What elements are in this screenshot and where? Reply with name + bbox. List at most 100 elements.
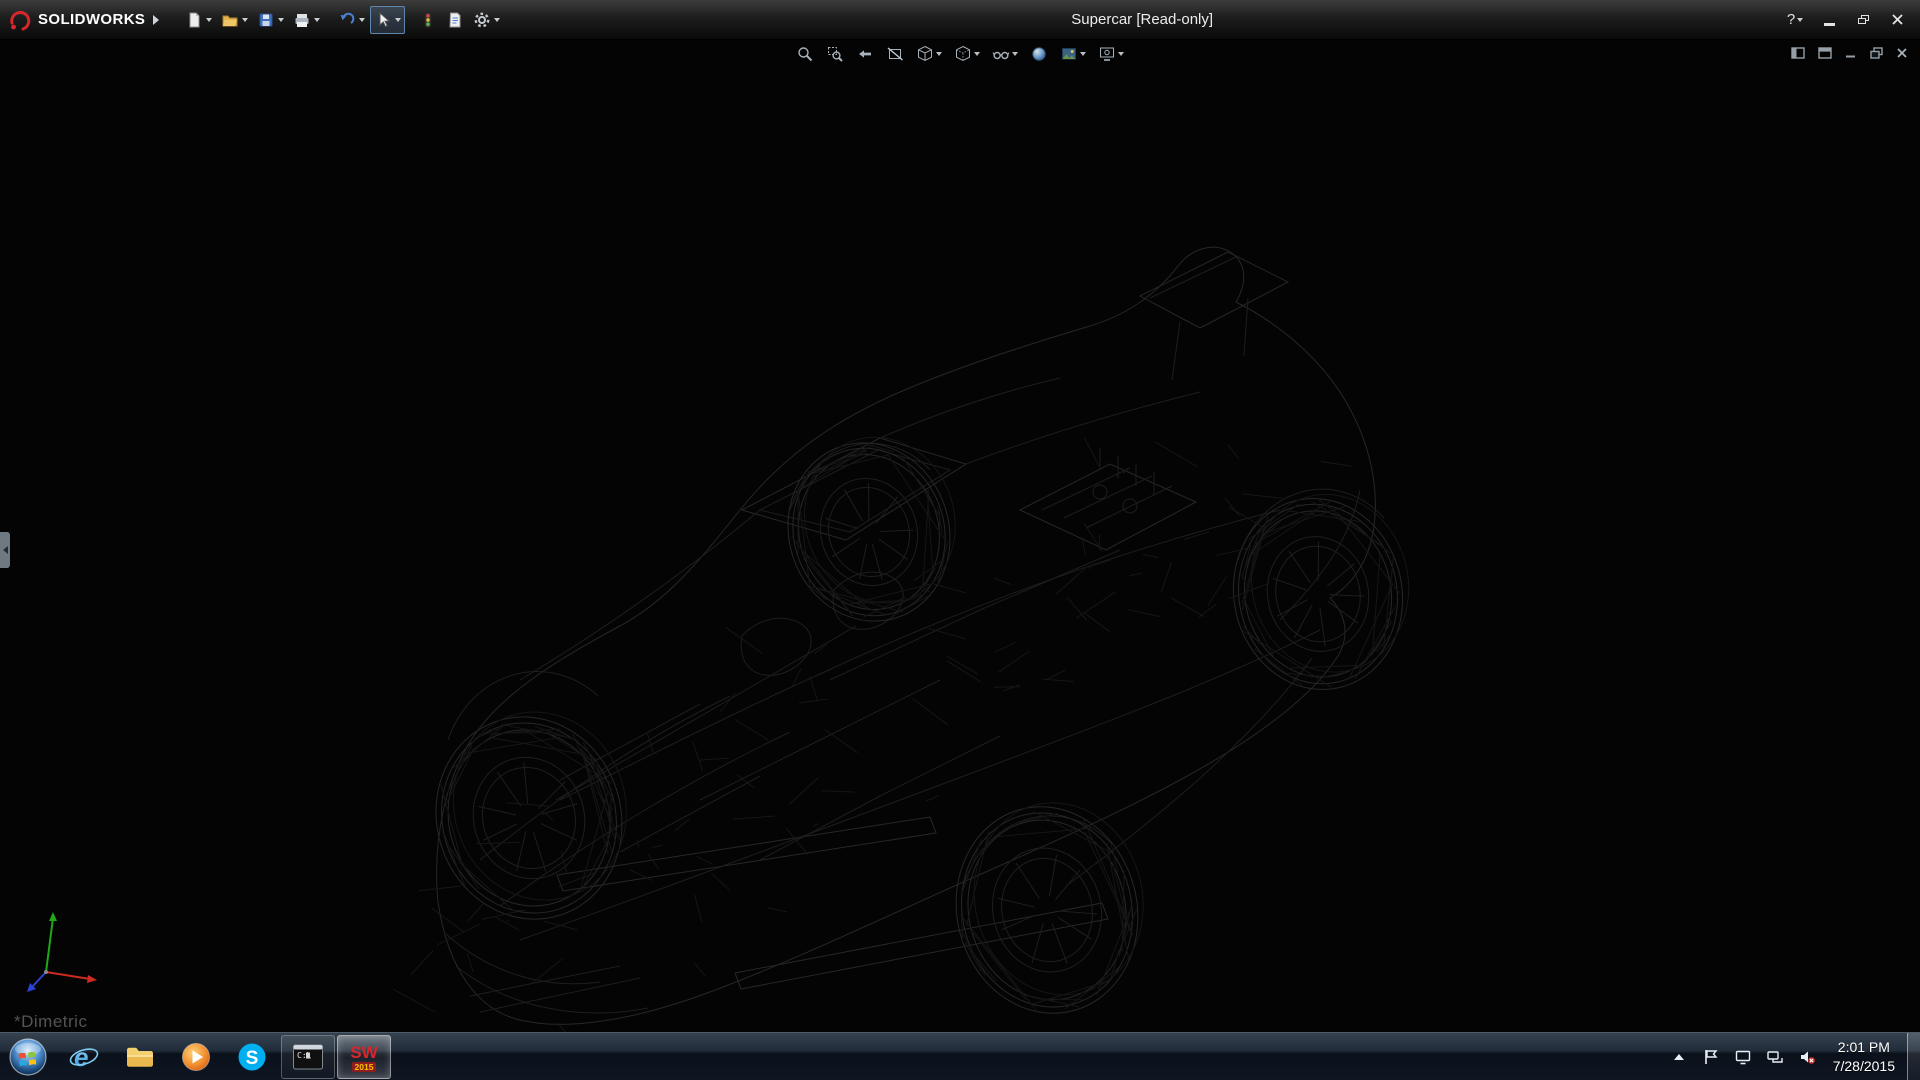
file-properties-button[interactable] — [442, 6, 468, 34]
minimize-icon — [1824, 23, 1835, 26]
undo-icon — [338, 11, 356, 29]
internet-explorer-icon: e — [68, 1041, 100, 1073]
new-dropdown-arrow[interactable] — [206, 18, 212, 22]
help-button[interactable]: ? — [1780, 8, 1810, 32]
save-floppy-icon — [257, 11, 275, 29]
show-hidden-icons-button[interactable] — [1669, 1045, 1689, 1069]
edit-appearance-button[interactable] — [1028, 43, 1050, 65]
menu-expand-arrow[interactable] — [153, 15, 159, 25]
taskbar-clock[interactable]: 2:01 PM 7/28/2015 — [1829, 1038, 1899, 1074]
section-view-button[interactable] — [884, 43, 906, 65]
doc-restore-icon — [1870, 47, 1883, 59]
clock-time: 2:01 PM — [1833, 1038, 1895, 1056]
save-dropdown-arrow[interactable] — [278, 18, 284, 22]
view-orientation-label: *Dimetric — [14, 1012, 87, 1032]
heads-up-toolbar — [794, 43, 1126, 65]
close-button[interactable] — [1882, 8, 1912, 32]
start-button[interactable] — [0, 1033, 56, 1080]
options-dropdown-arrow[interactable] — [494, 18, 500, 22]
chevron-up-icon — [1674, 1054, 1684, 1060]
view-settings-dropdown-arrow[interactable] — [1118, 52, 1124, 56]
print-dropdown-arrow[interactable] — [314, 18, 320, 22]
show-desktop-button[interactable] — [1907, 1033, 1920, 1080]
rebuild-traffic-light-icon — [419, 11, 437, 29]
document-window-controls — [1791, 47, 1908, 59]
orientation-triad — [22, 908, 114, 1000]
doc-close-icon — [1896, 47, 1908, 59]
hide-show-glasses-icon — [992, 45, 1010, 63]
taskbar-item-internet-explorer[interactable]: e — [57, 1035, 111, 1079]
print-icon — [293, 11, 311, 29]
network-tray-button[interactable] — [1765, 1045, 1785, 1069]
apply-scene-dropdown-arrow[interactable] — [1080, 52, 1086, 56]
view-orientation-dropdown-arrow[interactable] — [936, 52, 942, 56]
save-button[interactable] — [253, 6, 288, 34]
solidworks-taskbar-icon: SW 2015 — [346, 1039, 382, 1075]
hide-show-items-button[interactable] — [990, 43, 1020, 65]
system-tray: 2:01 PM 7/28/2015 — [1661, 1038, 1907, 1074]
minimize-button[interactable] — [1814, 8, 1844, 32]
doc-pane-left-button[interactable] — [1791, 47, 1805, 59]
zoom-to-area-button[interactable] — [824, 43, 846, 65]
display-tray-button[interactable] — [1733, 1045, 1753, 1069]
doc-pane-top-button[interactable] — [1818, 47, 1832, 59]
display-style-button[interactable] — [952, 43, 982, 65]
rebuild-button[interactable] — [415, 6, 441, 34]
open-button[interactable] — [217, 6, 252, 34]
taskbar-item-skype[interactable]: S — [225, 1035, 279, 1079]
select-cursor-icon — [374, 11, 392, 29]
volume-tray-button[interactable] — [1797, 1045, 1817, 1069]
select-button[interactable] — [370, 6, 405, 34]
previous-view-button[interactable] — [854, 43, 876, 65]
taskbar-item-windows-explorer[interactable] — [113, 1035, 167, 1079]
file-properties-icon — [446, 11, 464, 29]
solidworks-logo[interactable]: SOLIDWORKS — [0, 0, 167, 39]
action-center-flag-icon — [1702, 1048, 1720, 1066]
doc-minimize-button[interactable] — [1845, 47, 1857, 59]
taskbar-item-command-prompt[interactable]: C:\ — [281, 1035, 335, 1079]
view-settings-icon — [1098, 45, 1116, 63]
volume-icon — [1798, 1048, 1816, 1066]
title-bar: SOLIDWORKS — [0, 0, 1920, 40]
edit-appearance-sphere-icon — [1030, 45, 1048, 63]
section-view-icon — [886, 45, 904, 63]
apply-scene-button[interactable] — [1058, 43, 1088, 65]
document-title: Supercar [Read-only] — [504, 11, 1780, 28]
view-orientation-cube-icon — [916, 45, 934, 63]
undo-button[interactable] — [334, 6, 369, 34]
restore-button[interactable] — [1848, 8, 1878, 32]
action-center-button[interactable] — [1701, 1045, 1721, 1069]
solidworks-window: SOLIDWORKS — [0, 0, 1920, 1080]
open-dropdown-arrow[interactable] — [242, 18, 248, 22]
apply-scene-icon — [1060, 45, 1078, 63]
command-prompt-icon: C:\ — [292, 1042, 324, 1072]
app-name: SOLIDWORKS — [38, 11, 145, 28]
undo-dropdown-arrow[interactable] — [359, 18, 365, 22]
skype-glyph: S — [246, 1048, 259, 1069]
help-icon: ? — [1787, 11, 1795, 28]
zoom-to-fit-button[interactable] — [794, 43, 816, 65]
select-dropdown-arrow[interactable] — [395, 18, 401, 22]
previous-view-icon — [856, 45, 874, 63]
pane-top-icon — [1818, 47, 1832, 59]
zoom-to-fit-icon — [796, 45, 814, 63]
taskbar-item-media-player[interactable] — [169, 1035, 223, 1079]
doc-restore-button[interactable] — [1870, 47, 1883, 59]
view-settings-button[interactable] — [1096, 43, 1126, 65]
display-style-dropdown-arrow[interactable] — [974, 52, 980, 56]
new-button[interactable] — [181, 6, 216, 34]
feature-manager-flyout-tab[interactable] — [0, 532, 10, 568]
flyout-arrow-icon — [3, 546, 8, 554]
hide-show-dropdown-arrow[interactable] — [1012, 52, 1018, 56]
print-button[interactable] — [289, 6, 324, 34]
taskbar-item-solidworks[interactable]: SW 2015 — [337, 1035, 391, 1079]
view-orientation-button[interactable] — [914, 43, 944, 65]
options-button[interactable] — [469, 6, 504, 34]
help-dropdown-arrow[interactable] — [1797, 18, 1803, 22]
sw-glyph: SW — [350, 1043, 378, 1062]
doc-close-button[interactable] — [1896, 47, 1908, 59]
network-icon — [1766, 1048, 1784, 1066]
ie-glyph: e — [74, 1042, 88, 1072]
display-icon — [1734, 1048, 1752, 1066]
graphics-area[interactable]: *Dimetric — [0, 40, 1920, 1032]
